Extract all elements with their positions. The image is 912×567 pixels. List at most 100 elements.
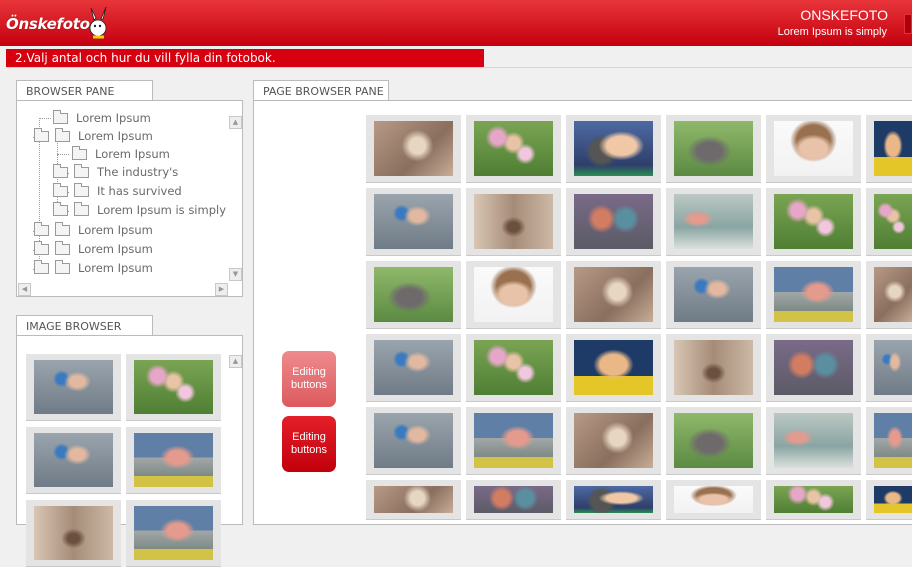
page-photo <box>674 340 753 395</box>
tree-item-label: The industry's <box>97 165 179 179</box>
page-thumbnail[interactable] <box>466 115 561 183</box>
page-thumbnail[interactable] <box>766 115 861 183</box>
header-edge-button[interactable] <box>904 14 912 34</box>
page-thumbnail[interactable] <box>466 334 561 402</box>
tree-item-label: It has survived <box>97 184 182 198</box>
page-thumbnail[interactable] <box>866 261 912 329</box>
page-thumbnail[interactable] <box>466 188 561 256</box>
folder-icon <box>34 128 49 142</box>
editing-button-dark[interactable]: Editing buttons <box>282 416 336 472</box>
image-thumbnail[interactable] <box>26 354 121 421</box>
scroll-down-button[interactable]: ▼ <box>229 268 242 281</box>
page-thumbnail[interactable] <box>766 407 861 475</box>
page-photo <box>374 413 453 468</box>
editing-button-light[interactable]: Editing buttons <box>282 351 336 407</box>
image-browser: ▲ <box>16 335 243 567</box>
app-header: Önskefoto ONSKEFOTO Lorem Ipsum is simpl… <box>0 0 912 46</box>
page-photo <box>774 486 853 513</box>
page-thumbnail[interactable] <box>666 334 761 402</box>
tab-browser-pane[interactable]: BROWSER PANE <box>16 80 153 101</box>
divider <box>6 67 912 68</box>
tab-page-browser-label: PAGE BROWSER PANE <box>263 85 384 98</box>
page-thumbnail[interactable] <box>566 480 661 520</box>
tree-item[interactable]: Lorem Ipsum is simply <box>53 202 226 218</box>
page-photo <box>474 340 553 395</box>
page-thumbnail[interactable] <box>466 480 561 520</box>
tree-item[interactable]: Lorem Ipsum <box>53 110 151 126</box>
page-thumbnail[interactable] <box>366 480 461 520</box>
page-thumbnail[interactable] <box>366 115 461 183</box>
page-photo <box>674 267 753 322</box>
page-thumbnail[interactable] <box>866 407 912 475</box>
page-thumbnail[interactable] <box>566 261 661 329</box>
tree-line <box>39 118 51 119</box>
image-thumbnail[interactable] <box>126 427 221 494</box>
page-photo <box>874 486 912 513</box>
folder-icon <box>55 241 70 255</box>
page-photo <box>574 121 653 176</box>
tree-line <box>57 154 69 155</box>
page-thumbnail[interactable] <box>666 115 761 183</box>
page-thumbnail[interactable] <box>566 407 661 475</box>
page-thumbnail[interactable] <box>366 407 461 475</box>
page-photo <box>874 413 912 468</box>
page-thumbnail[interactable] <box>666 188 761 256</box>
page-thumbnail[interactable] <box>766 188 861 256</box>
page-thumbnail[interactable] <box>466 261 561 329</box>
image-thumbnail[interactable] <box>26 500 121 567</box>
page-thumbnail[interactable] <box>366 334 461 402</box>
thumbnail-photo <box>134 360 213 414</box>
tree-item[interactable]: It has survived <box>53 183 182 199</box>
page-photo <box>574 267 653 322</box>
tab-image-browser[interactable]: IMAGE BROWSER <box>16 315 153 336</box>
page-thumbnail[interactable] <box>766 480 861 520</box>
scroll-right-button[interactable]: ▶ <box>215 283 228 296</box>
tree-item[interactable]: Lorem Ipsum <box>34 222 153 238</box>
page-thumbnail[interactable] <box>466 407 561 475</box>
page-thumbnail[interactable] <box>366 261 461 329</box>
thumbnail-photo <box>34 360 113 414</box>
page-thumbnail[interactable] <box>666 480 761 520</box>
page-thumbnail[interactable] <box>566 334 661 402</box>
image-thumbnail[interactable] <box>126 354 221 421</box>
page-thumbnail[interactable] <box>666 261 761 329</box>
tree-item[interactable]: Lorem Ipsum <box>34 260 153 276</box>
page-thumbnail[interactable] <box>766 261 861 329</box>
tree-item-label: Lorem Ipsum <box>95 147 170 161</box>
image-thumbnail[interactable] <box>26 427 121 494</box>
page-thumbnail[interactable] <box>866 115 912 183</box>
tree-item[interactable]: Lorem Ipsum <box>34 128 153 144</box>
scroll-up-button[interactable]: ▲ <box>229 116 242 129</box>
page-thumbnail[interactable] <box>866 334 912 402</box>
folder-icon <box>53 164 68 178</box>
page-photo <box>874 267 912 322</box>
tab-page-browser-pane[interactable]: PAGE BROWSER PANE <box>253 80 389 101</box>
scroll-left-button[interactable]: ◀ <box>18 283 31 296</box>
tree-item-label: Lorem Ipsum <box>78 242 153 256</box>
page-photo <box>474 486 553 513</box>
page-thumbnail[interactable] <box>866 188 912 256</box>
page-photo <box>374 486 453 513</box>
folder-icon <box>34 260 49 274</box>
scroll-up-button[interactable]: ▲ <box>229 355 242 368</box>
page-thumbnail[interactable] <box>566 115 661 183</box>
page-thumbnail[interactable] <box>666 407 761 475</box>
page-photo <box>874 340 912 395</box>
onskefoto-logo[interactable]: Önskefoto <box>6 6 110 42</box>
tree-item[interactable]: Lorem Ipsum <box>34 241 153 257</box>
page-photo <box>874 194 912 249</box>
page-photo <box>774 267 853 322</box>
page-photo <box>674 413 753 468</box>
page-thumbnail[interactable] <box>766 334 861 402</box>
page-photo <box>374 267 453 322</box>
tree-item[interactable]: Lorem Ipsum <box>72 146 170 162</box>
page-thumbnail[interactable] <box>366 188 461 256</box>
tree-item[interactable]: The industry's <box>53 164 178 180</box>
editing-button-label: Editing buttons <box>290 366 328 391</box>
page-thumbnail[interactable] <box>866 480 912 520</box>
page-thumbnail[interactable] <box>566 188 661 256</box>
page-photo <box>574 486 653 513</box>
folder-icon <box>74 183 89 197</box>
folder-icon <box>55 260 70 274</box>
image-thumbnail[interactable] <box>126 500 221 567</box>
